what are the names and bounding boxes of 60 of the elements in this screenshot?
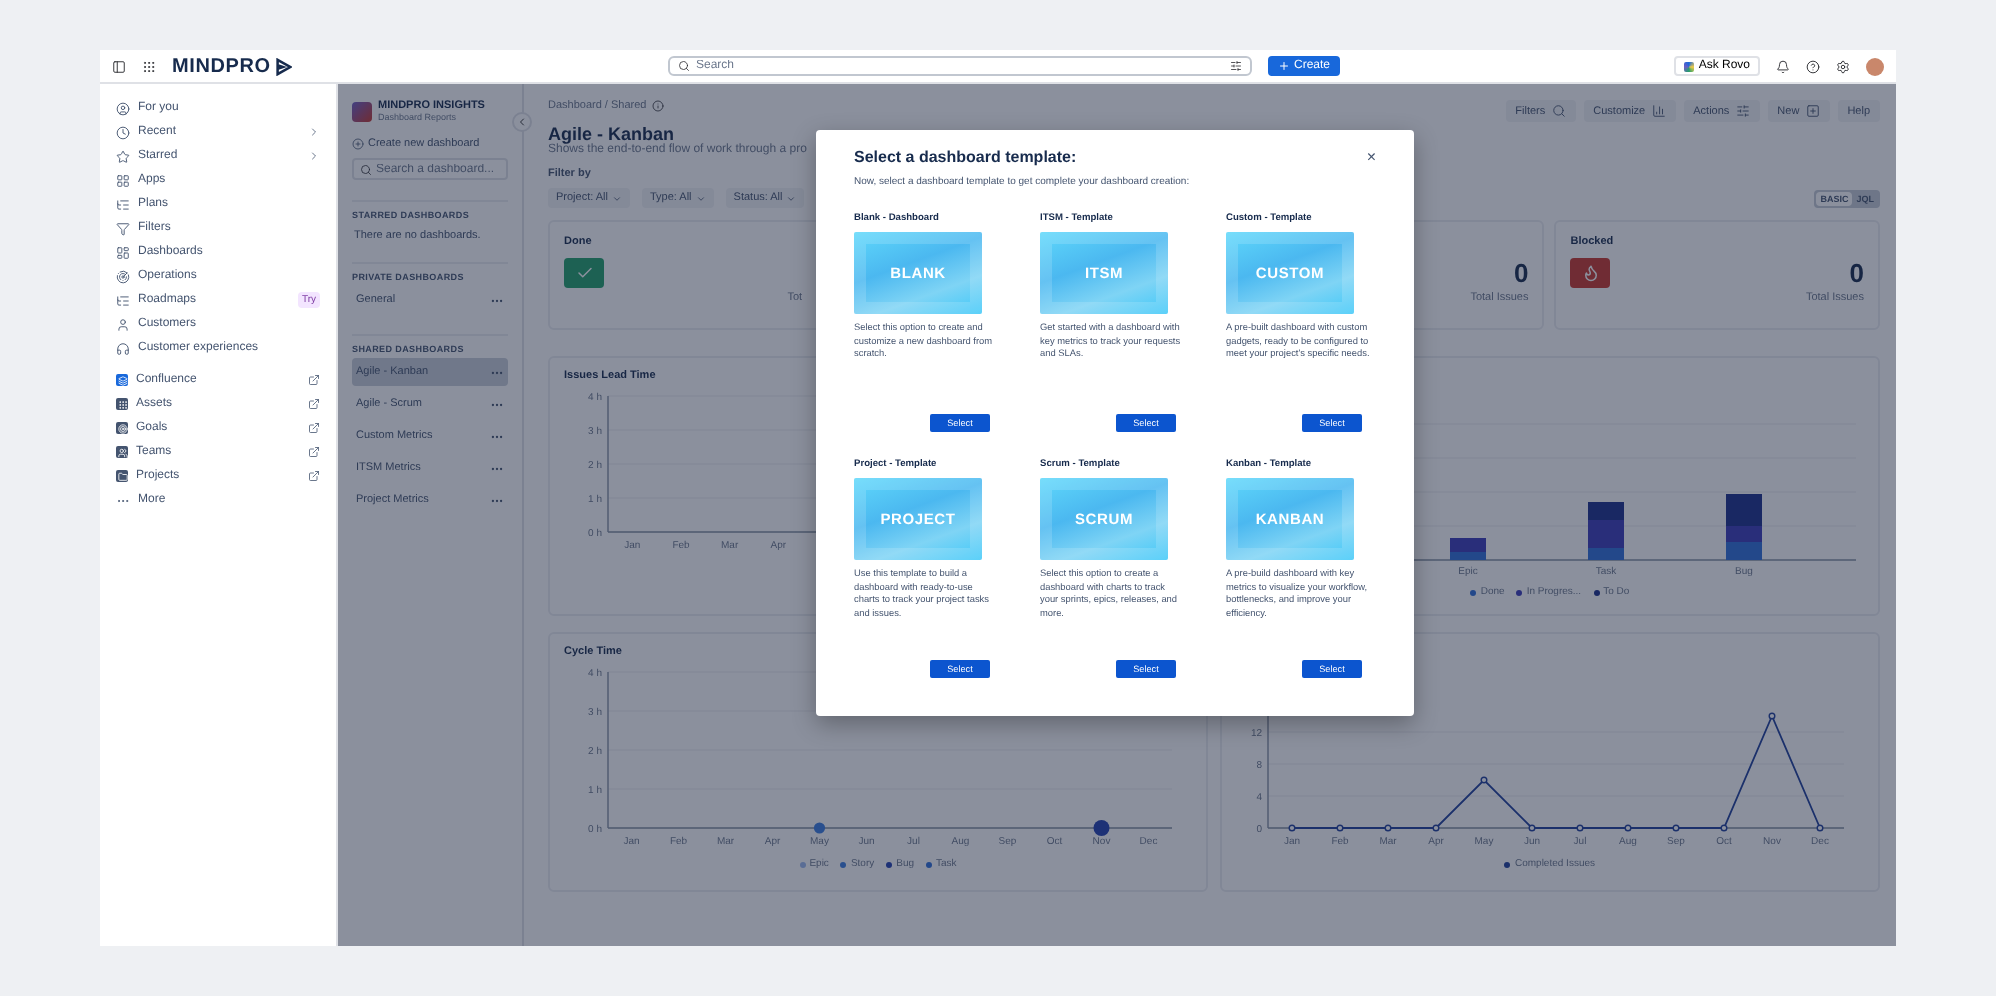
dashboard-icon: [116, 245, 130, 259]
grid-icon: [116, 173, 130, 187]
stacked-bar: [1450, 538, 1486, 560]
square-plus-icon: [1805, 104, 1820, 118]
legend-dot: [840, 861, 847, 867]
dialog-title: Select a dashboard template:: [854, 148, 1079, 166]
legend-dot: [1516, 589, 1523, 595]
stacked-bar: [1726, 494, 1762, 560]
logo-text: MINDPRO: [172, 55, 271, 77]
flame-icon: [1570, 258, 1611, 288]
legend-dot: [1504, 861, 1511, 867]
settings-icon[interactable]: [1836, 59, 1850, 73]
search-icon: [1551, 104, 1566, 118]
collapse-button[interactable]: [512, 112, 532, 132]
search-icon: [360, 163, 372, 175]
data-point: [813, 822, 826, 834]
person-icon: [116, 317, 130, 331]
avatar[interactable]: [1866, 57, 1884, 75]
legend-dot: [1470, 589, 1477, 595]
bar-chart-icon: [1651, 104, 1666, 118]
check-icon: [564, 258, 604, 288]
clock-icon: [116, 125, 130, 139]
legend-dot: [926, 861, 933, 867]
insights-logo: [352, 101, 372, 121]
chevron-left-icon: [516, 116, 528, 128]
search-icon: [678, 60, 690, 72]
sliders-icon: [1735, 104, 1750, 118]
external-link-icon: [308, 422, 320, 434]
external-link-icon: [308, 446, 320, 458]
list-tree-icon: [116, 293, 130, 307]
sliders-icon: [1230, 60, 1242, 72]
legend-dot: [1593, 589, 1600, 595]
list-tree-icon: [116, 197, 130, 211]
sidebar-toggle-icon[interactable]: [112, 59, 126, 73]
legend-dot: [886, 861, 893, 867]
logo-icon: [274, 57, 293, 75]
chevron-down-icon: [695, 193, 706, 203]
rovo-icon: [1684, 61, 1695, 71]
radar-icon: [116, 269, 130, 283]
close-button[interactable]: ×: [1366, 148, 1376, 166]
issue-count: 0: [1849, 258, 1864, 286]
notifications-icon[interactable]: [1776, 59, 1790, 73]
filter-icon: [116, 221, 130, 235]
legend-dot: [799, 861, 806, 867]
plus-circle-icon: [352, 138, 364, 150]
chevron-down-icon: [786, 193, 797, 203]
plus-icon: [1278, 60, 1290, 72]
help-icon[interactable]: [1806, 59, 1820, 73]
headset-icon: [116, 341, 130, 355]
info-icon: [652, 100, 665, 112]
external-link-icon: [308, 398, 320, 410]
issue-count: 0: [1514, 258, 1529, 286]
user-circle-icon: [116, 101, 130, 115]
chevron-down-icon: [611, 193, 622, 203]
star-icon: [116, 149, 130, 163]
data-point: [1093, 820, 1110, 836]
page-title: Agile - Kanban: [548, 124, 675, 144]
stacked-bar: [1588, 502, 1624, 560]
external-link-icon: [308, 374, 320, 386]
external-link-icon: [308, 470, 320, 482]
